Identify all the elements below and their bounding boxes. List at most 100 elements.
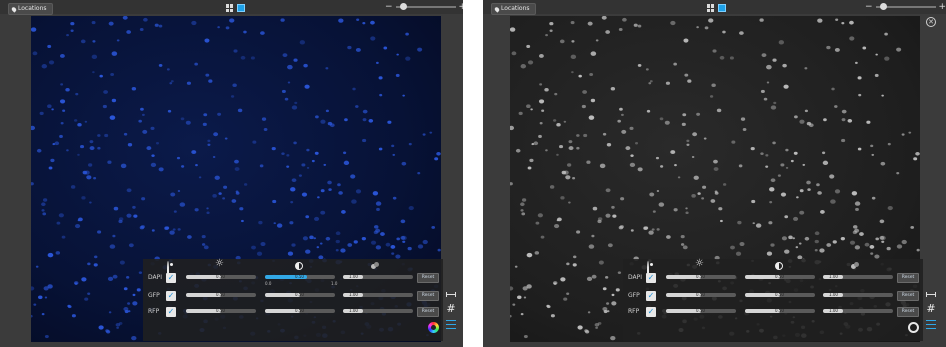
- channel-name: DAPI: [628, 274, 643, 281]
- reset-button[interactable]: Reset: [897, 273, 919, 283]
- grayscale-icon[interactable]: [908, 322, 919, 333]
- channel-visibility-checkbox[interactable]: ✓: [166, 307, 176, 317]
- gamma-slider[interactable]: 1.00: [823, 292, 893, 297]
- contrast-icon: [775, 262, 783, 270]
- gamma-value: 1.00: [349, 292, 358, 297]
- channel-row-rfp: RFP ✓ 0.50 0.50 1.00 Reset: [143, 306, 443, 318]
- grid-view-icon[interactable]: [707, 4, 715, 12]
- channel-visibility-checkbox[interactable]: ✓: [166, 273, 176, 283]
- channel-row-gfp: GFP ✓ 0.50 0.50 1.00 Reset: [143, 290, 443, 302]
- reset-button[interactable]: Reset: [417, 291, 439, 301]
- side-toolbar: #: [446, 292, 456, 329]
- close-icon[interactable]: ✕: [926, 17, 936, 27]
- channel-row-dapi: DAPI ✓ 0.50 0.50 1.00 Reset: [623, 272, 923, 284]
- zoom-slider[interactable]: [875, 3, 936, 10]
- gamma-slider[interactable]: 1.00: [343, 274, 413, 279]
- gamma-slider[interactable]: 1.00: [823, 274, 893, 279]
- reset-button[interactable]: Reset: [897, 307, 919, 317]
- channel-visibility-checkbox[interactable]: ✓: [646, 291, 656, 301]
- adjust-icon[interactable]: [926, 320, 936, 329]
- contrast-value: 0.50: [295, 308, 304, 313]
- scale-max-label: 1.0: [331, 281, 338, 286]
- view-toggle: [226, 4, 245, 12]
- brightness-value: 0.50: [216, 292, 225, 297]
- brightness-value: 0.50: [216, 274, 225, 279]
- viewer-panel-left: Locations − + ☼ DAPI ✓ 0.50 0.50 1.00 Re…: [0, 0, 463, 347]
- zoom-slider-handle[interactable]: [399, 3, 407, 10]
- zoom-slider[interactable]: [395, 3, 456, 10]
- single-view-icon[interactable]: [237, 4, 245, 12]
- contrast-slider[interactable]: 0.50: [265, 308, 335, 313]
- viewer-toolbar: Locations − +: [0, 0, 463, 15]
- reset-button[interactable]: Reset: [417, 273, 439, 283]
- channel-row-gfp: GFP ✓ 0.50 0.50 1.00 Reset: [623, 290, 923, 302]
- adjust-icon[interactable]: [446, 320, 456, 329]
- location-pin-icon: [493, 5, 501, 13]
- channel-row-rfp: RFP ✓ 0.50 0.50 1.00 Reset: [623, 306, 923, 318]
- zoom-control: − +: [385, 2, 463, 12]
- side-toolbar: #: [926, 292, 936, 329]
- measure-icon[interactable]: [446, 292, 456, 297]
- zoom-out-button[interactable]: −: [385, 2, 393, 12]
- viewer-panel-right: Locations − + ✕ ☼ DAPI ✓ 0.50 0.50 1.00 …: [483, 0, 946, 347]
- brightness-slider[interactable]: 0.50: [666, 292, 736, 297]
- single-view-icon[interactable]: [718, 4, 726, 12]
- measure-icon[interactable]: [926, 292, 936, 297]
- channel-visibility-checkbox[interactable]: ✓: [166, 291, 176, 301]
- grid-overlay-icon[interactable]: #: [926, 303, 935, 314]
- gamma-slider[interactable]: 1.00: [343, 308, 413, 313]
- channel-visibility-checkbox[interactable]: ✓: [646, 273, 656, 283]
- viewer-toolbar: Locations − +: [483, 0, 946, 15]
- zoom-slider-handle[interactable]: [879, 3, 887, 10]
- channel-controls-panel: ☼ DAPI ✓ 0.50 0.50 1.00 Reset GFP ✓ 0.50…: [623, 259, 923, 341]
- contrast-value: 0.50: [775, 274, 784, 279]
- contrast-value: 0.50: [775, 292, 784, 297]
- brightness-slider[interactable]: 0.50: [666, 308, 736, 313]
- contrast-slider[interactable]: 0.50: [745, 274, 815, 279]
- brightness-slider[interactable]: 0.50: [186, 292, 256, 297]
- brightness-value: 0.50: [696, 308, 705, 313]
- zoom-in-button[interactable]: +: [459, 2, 463, 12]
- grid-view-icon[interactable]: [226, 4, 234, 12]
- zoom-in-button[interactable]: +: [939, 2, 946, 12]
- view-toggle: [707, 4, 726, 12]
- brightness-value: 0.50: [216, 308, 225, 313]
- contrast-value: 0.50: [295, 274, 304, 279]
- locations-label: Locations: [501, 5, 530, 12]
- contrast-slider[interactable]: 0.50: [745, 292, 815, 297]
- brightness-slider[interactable]: 0.50: [186, 274, 256, 279]
- channel-name: GFP: [148, 292, 160, 299]
- channel-name: RFP: [148, 308, 160, 315]
- locations-button[interactable]: Locations: [491, 3, 536, 15]
- brightness-slider[interactable]: 0.50: [666, 274, 736, 279]
- channel-name: GFP: [628, 292, 640, 299]
- contrast-icon: [295, 262, 303, 270]
- color-wheel-icon[interactable]: [428, 322, 439, 333]
- contrast-value: 0.50: [295, 292, 304, 297]
- channel-name: DAPI: [148, 274, 163, 281]
- gamma-value: 1.00: [349, 274, 358, 279]
- gamma-value: 1.00: [349, 308, 358, 313]
- zoom-out-button[interactable]: −: [865, 2, 873, 12]
- brightness-slider[interactable]: 0.50: [186, 308, 256, 313]
- location-pin-icon: [10, 5, 18, 13]
- channel-visibility-checkbox[interactable]: ✓: [646, 307, 656, 317]
- brightness-icon: ☼: [215, 258, 224, 269]
- brightness-value: 0.50: [696, 274, 705, 279]
- reset-button[interactable]: Reset: [417, 307, 439, 317]
- reset-button[interactable]: Reset: [897, 291, 919, 301]
- locations-button[interactable]: Locations: [8, 3, 53, 15]
- gamma-value: 1.00: [829, 308, 838, 313]
- gamma-slider[interactable]: 1.00: [823, 308, 893, 313]
- gamma-value: 1.00: [829, 292, 838, 297]
- gamma-slider[interactable]: 1.00: [343, 292, 413, 297]
- contrast-slider[interactable]: 0.50: [265, 274, 335, 279]
- contrast-slider[interactable]: 0.50: [745, 308, 815, 313]
- contrast-slider[interactable]: 0.50: [265, 292, 335, 297]
- grid-overlay-icon[interactable]: #: [446, 303, 455, 314]
- channel-name: RFP: [628, 308, 640, 315]
- brightness-value: 0.50: [696, 292, 705, 297]
- brightness-icon: ☼: [695, 258, 704, 269]
- contrast-value: 0.50: [775, 308, 784, 313]
- channel-controls-panel: ☼ DAPI ✓ 0.50 0.50 1.00 Reset 0.0 1.0 GF…: [143, 259, 443, 341]
